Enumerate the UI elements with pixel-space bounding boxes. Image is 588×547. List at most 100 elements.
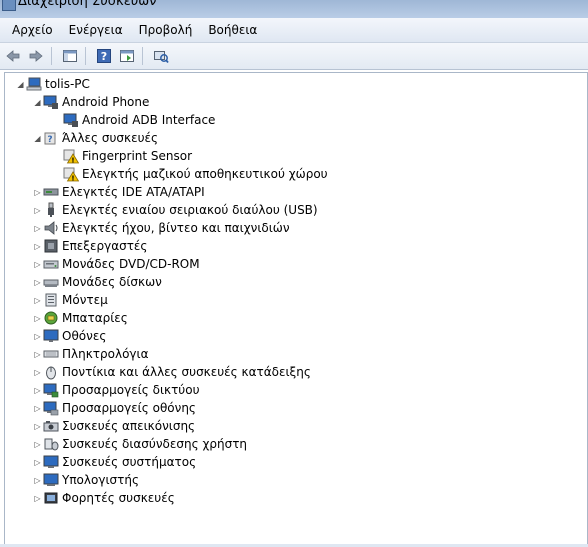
tree-node-label: Φορητές συσκευές <box>62 491 175 505</box>
device-tree[interactable]: ◢ tolis-PC ◢ Android Phone Android ADB I… <box>4 72 588 546</box>
expand-arrow-icon[interactable]: ▷ <box>32 489 43 507</box>
monitor-icon <box>43 329 59 342</box>
help-button[interactable]: ? <box>94 46 114 66</box>
tree-root-label: tolis-PC <box>45 77 90 91</box>
console-tree-icon <box>63 50 77 62</box>
toolbar-separator <box>51 47 52 65</box>
expand-arrow-icon[interactable]: ▷ <box>32 399 43 417</box>
tree-node-label: Android ADB Interface <box>82 113 216 127</box>
expand-arrow-icon[interactable]: ▷ <box>32 237 43 255</box>
tree-node-monitors[interactable]: ▷ Οθόνες <box>32 327 106 345</box>
tree-node-label: Ελεγκτές ήχου, βίντεο και παιχνιδιών <box>62 221 290 235</box>
device-manager-icon <box>2 0 16 11</box>
tree-node-network-adapters[interactable]: ▷ Προσαρμογείς δικτύου <box>32 381 200 399</box>
tree-node-processors[interactable]: ▷ Επεξεργαστές <box>32 237 147 255</box>
back-button[interactable] <box>3 46 23 66</box>
network-adapter-icon <box>43 383 59 398</box>
unknown-device-icon: ? <box>44 132 56 145</box>
tree-node-label: Μονάδες δίσκων <box>62 275 162 289</box>
expand-arrow-icon[interactable]: ▷ <box>32 327 43 345</box>
tree-node-usb-controllers[interactable]: ▷ Ελεγκτές ενιαίου σειριακού διαύλου (US… <box>32 201 318 219</box>
tree-node-hid[interactable]: ▷ Συσκευές διασύνδεσης χρήστη <box>32 435 247 453</box>
tree-node-modems[interactable]: ▷ Μόντεμ <box>32 291 108 309</box>
tree-node-portable-devices[interactable]: ▷ Φορητές συσκευές <box>32 489 175 507</box>
tree-node-label: Ποντίκια και άλλες συσκευές κατάδειξης <box>62 365 311 379</box>
tree-node-android-adb[interactable]: Android ADB Interface <box>52 111 215 129</box>
expand-arrow-icon[interactable]: ▷ <box>32 219 43 237</box>
toolbar-separator <box>85 47 86 65</box>
title-bar: Διαχείριση Συσκευών <box>0 0 588 18</box>
expand-arrow-icon[interactable]: ▷ <box>32 201 43 219</box>
tree-node-system-devices[interactable]: ▷ Συσκευές συστήματος <box>32 453 196 471</box>
tree-node-fingerprint[interactable]: ! Fingerprint Sensor <box>52 147 192 165</box>
expand-arrow-icon[interactable]: ▷ <box>32 381 43 399</box>
tree-node-batteries[interactable]: ▷ Μπαταρίες <box>32 309 128 327</box>
usb-icon <box>48 202 54 217</box>
expand-arrow-icon[interactable]: ▷ <box>32 255 43 273</box>
scan-hardware-icon <box>154 51 169 64</box>
window-title: Διαχείριση Συσκευών <box>18 0 157 9</box>
tree-node-label: Fingerprint Sensor <box>82 149 193 163</box>
keyboard-icon <box>43 350 59 358</box>
tree-node-label: Μόντεμ <box>62 293 108 307</box>
tree-node-dvd-drives[interactable]: ▷ Μονάδες DVD/CD-ROM <box>32 255 200 273</box>
tree-node-computer[interactable]: ▷ Υπολογιστής <box>32 471 139 489</box>
expand-arrow-icon[interactable]: ▷ <box>32 273 43 291</box>
tree-node-label: Οθόνες <box>62 329 107 343</box>
expand-arrow-icon[interactable]: ▷ <box>32 363 43 381</box>
tree-node-label: Συσκευές συστήματος <box>62 455 197 469</box>
hid-icon <box>44 438 59 451</box>
properties-button[interactable] <box>117 46 137 66</box>
expand-arrow-icon[interactable]: ▷ <box>32 453 43 471</box>
tree-root-computer[interactable]: ◢ tolis-PC <box>15 75 90 93</box>
tree-node-imaging-devices[interactable]: ▷ Συσκευές απεικόνισης <box>32 417 195 435</box>
computer-icon <box>43 473 59 486</box>
tree-node-sound-video[interactable]: ▷ Ελεγκτές ήχου, βίντεο και παιχνιδιών <box>32 219 290 237</box>
tree-node-label: Μονάδες DVD/CD-ROM <box>62 257 200 271</box>
tree-node-label: Προσαρμογείς οθόνης <box>62 401 196 415</box>
console-tree-button[interactable] <box>60 46 80 66</box>
tree-node-mass-storage[interactable]: ! Ελεγκτής μαζικού αποθηκευτικού χώρου <box>52 165 328 183</box>
svg-text:?: ? <box>47 135 52 145</box>
scan-hardware-button[interactable] <box>151 46 171 66</box>
tree-node-keyboards[interactable]: ▷ Πληκτρολόγια <box>32 345 148 363</box>
menu-view[interactable]: Προβολή <box>131 18 201 42</box>
expand-arrow-icon[interactable]: ▷ <box>32 345 43 363</box>
processor-icon <box>44 239 58 253</box>
speaker-icon <box>44 221 58 235</box>
expand-arrow-icon[interactable]: ▷ <box>32 309 43 327</box>
collapse-arrow-icon[interactable]: ◢ <box>32 93 43 111</box>
warning-device-icon: ! <box>63 149 79 164</box>
expand-arrow-icon[interactable]: ▷ <box>32 471 43 489</box>
tree-node-disk-drives[interactable]: ▷ Μονάδες δίσκων <box>32 273 162 291</box>
modem-icon <box>45 293 57 307</box>
help-icon: ? <box>97 49 111 63</box>
menu-help[interactable]: Βοήθεια <box>200 18 265 42</box>
expand-arrow-icon[interactable]: ▷ <box>32 291 43 309</box>
tree-node-label: Άλλες συσκευές <box>62 131 159 145</box>
expand-arrow-icon[interactable]: ▷ <box>32 417 43 435</box>
toolbar: ? <box>0 43 588 70</box>
tree-node-label: Μπαταρίες <box>62 311 128 325</box>
menu-file[interactable]: Αρχείο <box>0 18 61 42</box>
tree-node-label: Συσκευές διασύνδεσης χρήστη <box>62 437 248 451</box>
svg-text:!: ! <box>71 156 74 164</box>
tree-node-label: Επεξεργαστές <box>62 239 148 253</box>
tree-node-ide-controllers[interactable]: ▷ Ελεγκτές IDE ATA/ATAPI <box>32 183 205 201</box>
collapse-arrow-icon[interactable]: ◢ <box>32 129 43 147</box>
forward-arrow-icon <box>29 50 43 62</box>
expand-arrow-icon[interactable]: ▷ <box>32 435 43 453</box>
tree-node-other-devices[interactable]: ◢ ? Άλλες συσκευές <box>32 129 158 147</box>
warning-device-icon: ! <box>63 167 79 182</box>
tree-node-android-phone[interactable]: ◢ Android Phone <box>32 93 149 111</box>
tree-node-display-adapters[interactable]: ▷ Προσαρμογείς οθόνης <box>32 399 196 417</box>
tree-node-label: Ελεγκτές IDE ATA/ATAPI <box>62 185 205 199</box>
svg-text:!: ! <box>71 174 74 182</box>
menu-action[interactable]: Ενέργεια <box>61 18 131 42</box>
dvd-drive-icon <box>43 260 59 269</box>
collapse-arrow-icon[interactable]: ◢ <box>15 75 26 93</box>
expand-arrow-icon[interactable]: ▷ <box>32 183 43 201</box>
forward-button[interactable] <box>26 46 46 66</box>
properties-icon <box>120 50 134 62</box>
tree-node-mice[interactable]: ▷ Ποντίκια και άλλες συσκευές κατάδειξης <box>32 363 311 381</box>
